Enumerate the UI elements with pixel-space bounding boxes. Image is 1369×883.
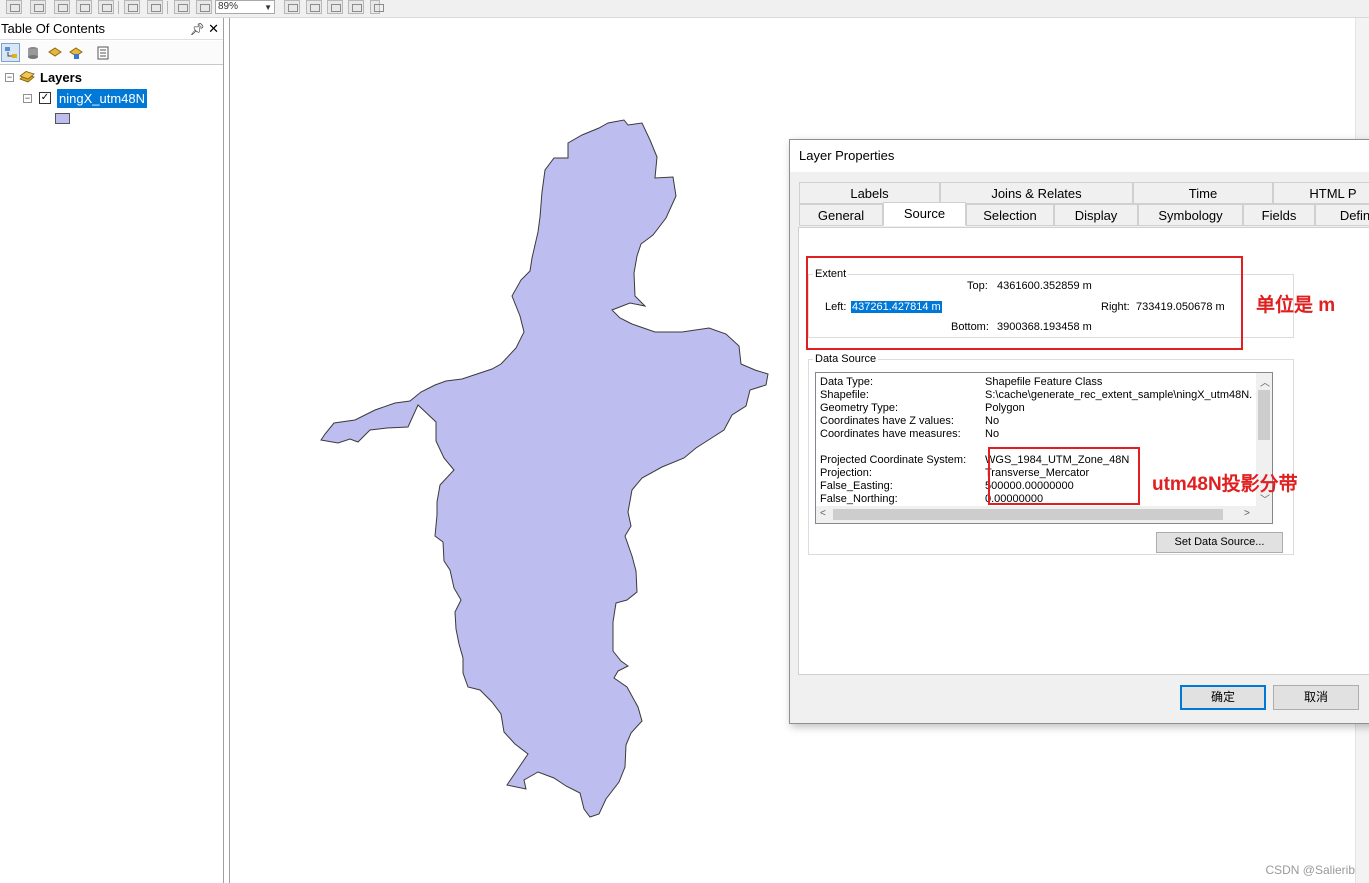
toc-toolbar: [0, 41, 223, 65]
units-annotation: 单位是 m: [1256, 295, 1336, 316]
layers-collapse-toggle[interactable]: −: [5, 73, 14, 82]
full-extent-icon[interactable]: [76, 0, 92, 14]
zoom-in-icon[interactable]: [6, 0, 22, 14]
list-by-drawing-order-icon[interactable]: [1, 43, 20, 62]
back-extent-icon[interactable]: [174, 0, 190, 14]
toc-header: Table Of Contents 📌︎ ✕: [0, 18, 223, 40]
tab-display[interactable]: Display: [1054, 204, 1138, 226]
toolbar-separator: [167, 1, 168, 14]
layer-properties-dialog: Layer Properties Labels Joins & Relates …: [789, 139, 1369, 724]
watermark: CSDN @Salierib: [1265, 863, 1355, 877]
scroll-thumb[interactable]: [1258, 390, 1270, 440]
fixed-zoom-icon[interactable]: [98, 0, 114, 14]
projection-highlight-box: [988, 447, 1140, 505]
data-source-value: Polygon: [985, 402, 1025, 414]
list-by-visibility-icon[interactable]: [45, 43, 64, 62]
layers-root-label[interactable]: Layers: [40, 70, 82, 85]
tab-symbology[interactable]: Symbology: [1138, 204, 1243, 226]
tab-joins-relates[interactable]: Joins & Relates: [940, 182, 1133, 204]
layer-collapse-toggle[interactable]: −: [23, 94, 32, 103]
tab-definition-query[interactable]: Defin: [1315, 204, 1369, 226]
layout-view-icon[interactable]: [284, 0, 300, 14]
main-toolbar: 89% ▼: [0, 0, 1369, 18]
list-by-source-icon[interactable]: [23, 43, 42, 62]
tab-html-popup[interactable]: HTML P: [1273, 182, 1369, 204]
zoom-level-value: 89%: [218, 1, 239, 12]
tab-labels[interactable]: Labels: [799, 182, 940, 204]
zoom-level-select[interactable]: 89% ▼: [215, 0, 275, 14]
tab-source[interactable]: Source: [883, 202, 966, 226]
zoom-out-fixed-icon[interactable]: [147, 0, 163, 14]
dialog-title: Layer Properties: [790, 140, 1369, 172]
list-by-selection-icon[interactable]: [66, 43, 85, 62]
data-source-key: Projection:: [820, 467, 872, 479]
tab-fields[interactable]: Fields: [1243, 204, 1315, 226]
ningxia-polygon[interactable]: [320, 119, 769, 818]
scroll-thumb[interactable]: [833, 509, 1223, 520]
scroll-up-icon[interactable]: ︿: [1260, 374, 1270, 389]
data-source-horizontal-scrollbar[interactable]: < >: [816, 506, 1272, 523]
layer-name[interactable]: ningX_utm48N: [57, 89, 147, 108]
extent-highlight-box: [806, 256, 1243, 350]
cancel-button[interactable]: 取消: [1273, 685, 1359, 710]
data-source-value: No: [985, 428, 1000, 440]
forward-extent-icon[interactable]: [196, 0, 212, 14]
toc-options-icon[interactable]: [93, 43, 112, 62]
data-source-value: Shapefile Feature Class: [985, 376, 1103, 388]
chevron-down-icon[interactable]: ▼: [264, 2, 272, 14]
pan-icon[interactable]: [54, 0, 70, 14]
data-source-key: False_Easting:: [820, 480, 893, 492]
legend-swatch[interactable]: [55, 113, 70, 124]
scroll-right-icon[interactable]: >: [1244, 508, 1250, 519]
close-icon[interactable]: ✕: [208, 18, 219, 40]
data-source-key: Coordinates have Z values:: [820, 415, 954, 427]
tab-selection[interactable]: Selection: [966, 204, 1054, 226]
data-source-key: Projected Coordinate System:: [820, 454, 967, 466]
data-source-value: No: [985, 415, 1000, 427]
zoom-out-icon[interactable]: [30, 0, 46, 14]
set-data-source-button[interactable]: Set Data Source...: [1156, 532, 1283, 553]
tab-general[interactable]: General: [799, 204, 883, 226]
projection-annotation: utm48N投影分带: [1152, 474, 1298, 495]
data-source-legend: Data Source: [815, 353, 877, 365]
data-source-key: False_Northing:: [820, 493, 898, 505]
data-source-key: Coordinates have measures:: [820, 428, 961, 440]
data-source-key: Geometry Type:: [820, 402, 899, 414]
scroll-left-icon[interactable]: <: [820, 508, 826, 519]
layer-visibility-checkbox[interactable]: ✓: [39, 92, 51, 104]
print-icon[interactable]: [348, 0, 364, 14]
toolbar-separator: [118, 1, 119, 14]
table-of-contents: Table Of Contents 📌︎ ✕ − Layers − ✓ ning…: [0, 18, 224, 883]
layers-icon: [19, 71, 35, 83]
ok-button[interactable]: 确定: [1180, 685, 1266, 710]
data-source-key: Data Type:: [820, 376, 873, 388]
data-source-value: S:\cache\generate_rec_extent_sample\ning…: [985, 389, 1253, 401]
pin-icon[interactable]: 📌︎: [190, 18, 205, 40]
zoom-in-fixed-icon[interactable]: [124, 0, 140, 14]
tab-time[interactable]: Time: [1133, 182, 1273, 204]
data-source-key: Shapefile:: [820, 389, 869, 401]
page-zoom-icon[interactable]: [306, 0, 322, 14]
data-frame-icon[interactable]: [327, 0, 343, 14]
toc-title: Table Of Contents: [1, 21, 106, 36]
toolbar-options-icon[interactable]: [370, 0, 384, 14]
